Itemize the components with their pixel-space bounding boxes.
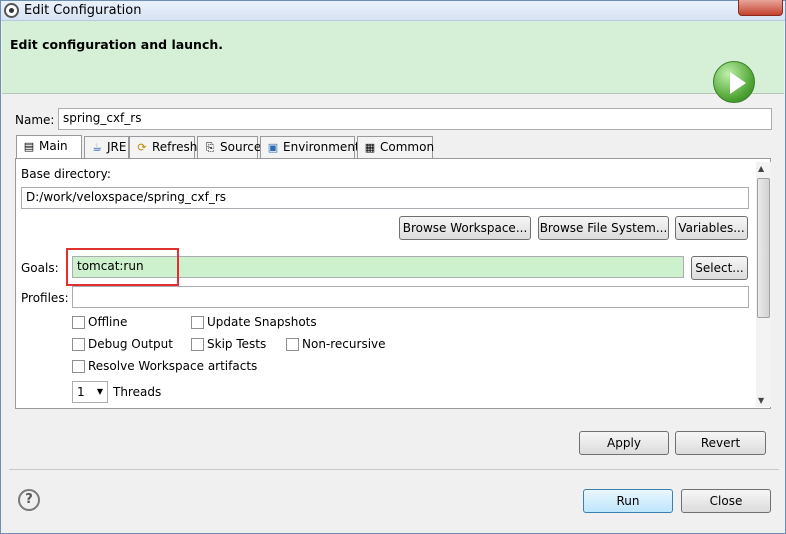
footer-separator — [9, 469, 779, 470]
panel-scrollbar[interactable]: ▲ ▼ — [756, 162, 771, 407]
non-recursive-checkbox[interactable] — [286, 338, 299, 351]
debug-output-checkbox[interactable] — [72, 338, 85, 351]
profiles-input[interactable] — [72, 286, 749, 308]
refresh-icon: ⟳ — [137, 141, 147, 154]
profiles-label: Profiles: — [21, 291, 69, 305]
edit-configuration-dialog: Edit Configuration Edit configuration an… — [0, 0, 786, 534]
source-icon: ⎘ — [205, 141, 215, 154]
tab-refresh[interactable]: ⟳ Refresh — [129, 136, 197, 158]
resolve-workspace-label: Resolve Workspace artifacts — [88, 359, 258, 373]
goals-label: Goals: — [21, 261, 59, 275]
run-button[interactable]: Run — [583, 489, 673, 513]
title-bar: Edit Configuration — [1, 0, 785, 21]
update-snapshots-label: Update Snapshots — [207, 315, 317, 329]
scroll-up-icon[interactable]: ▲ — [758, 164, 764, 173]
select-button[interactable]: Select... — [691, 256, 748, 280]
banner-title: Edit configuration and launch. — [10, 37, 224, 52]
highlight-annotation — [66, 248, 179, 286]
base-directory-label: Base directory: — [21, 167, 111, 181]
threads-label: Threads — [113, 385, 162, 399]
window-title: Edit Configuration — [24, 3, 142, 18]
environment-icon: ▣ — [267, 141, 279, 154]
offline-checkbox[interactable] — [72, 316, 85, 329]
browse-file-system-button[interactable]: Browse File System... — [538, 216, 669, 240]
resolve-workspace-checkbox[interactable] — [72, 360, 85, 373]
update-snapshots-checkbox[interactable] — [191, 316, 204, 329]
debug-output-label: Debug Output — [88, 337, 173, 351]
help-icon[interactable]: ? — [18, 489, 40, 511]
main-tab-icon: ▤ — [23, 140, 35, 153]
header-banner: Edit configuration and launch. — [2, 21, 784, 103]
tab-source[interactable]: ⎘ Source — [197, 136, 261, 158]
common-icon: ▦ — [364, 141, 376, 154]
jre-icon: ☕ — [92, 141, 102, 154]
base-directory-input[interactable]: D:/work/veloxspace/spring_cxf_rs — [21, 187, 749, 209]
window-close-button[interactable] — [738, 0, 783, 16]
name-label: Name: — [15, 113, 55, 127]
run-icon — [713, 61, 755, 103]
revert-button[interactable]: Revert — [675, 431, 766, 455]
eclipse-icon — [4, 3, 19, 18]
chevron-down-icon: ▼ — [96, 387, 103, 396]
scroll-down-icon[interactable]: ▼ — [758, 396, 764, 405]
threads-value: 1 — [77, 385, 85, 399]
browse-workspace-button[interactable]: Browse Workspace... — [399, 216, 531, 240]
close-button[interactable]: Close — [681, 489, 771, 513]
tab-common[interactable]: ▦ Common — [357, 136, 434, 158]
variables-button[interactable]: Variables... — [675, 216, 748, 240]
offline-label: Offline — [88, 315, 128, 329]
name-input[interactable]: spring_cxf_rs — [58, 108, 772, 130]
scroll-thumb[interactable] — [757, 178, 770, 318]
skip-tests-label: Skip Tests — [207, 337, 267, 351]
tab-jre[interactable]: ☕ JRE — [84, 136, 129, 158]
skip-tests-checkbox[interactable] — [191, 338, 204, 351]
tab-environment[interactable]: ▣ Environment — [260, 136, 360, 158]
threads-select[interactable]: 1 ▼ — [72, 381, 108, 403]
apply-button[interactable]: Apply — [579, 431, 669, 455]
tab-main[interactable]: ▤ Main — [16, 135, 82, 159]
non-recursive-label: Non-recursive — [302, 337, 386, 351]
